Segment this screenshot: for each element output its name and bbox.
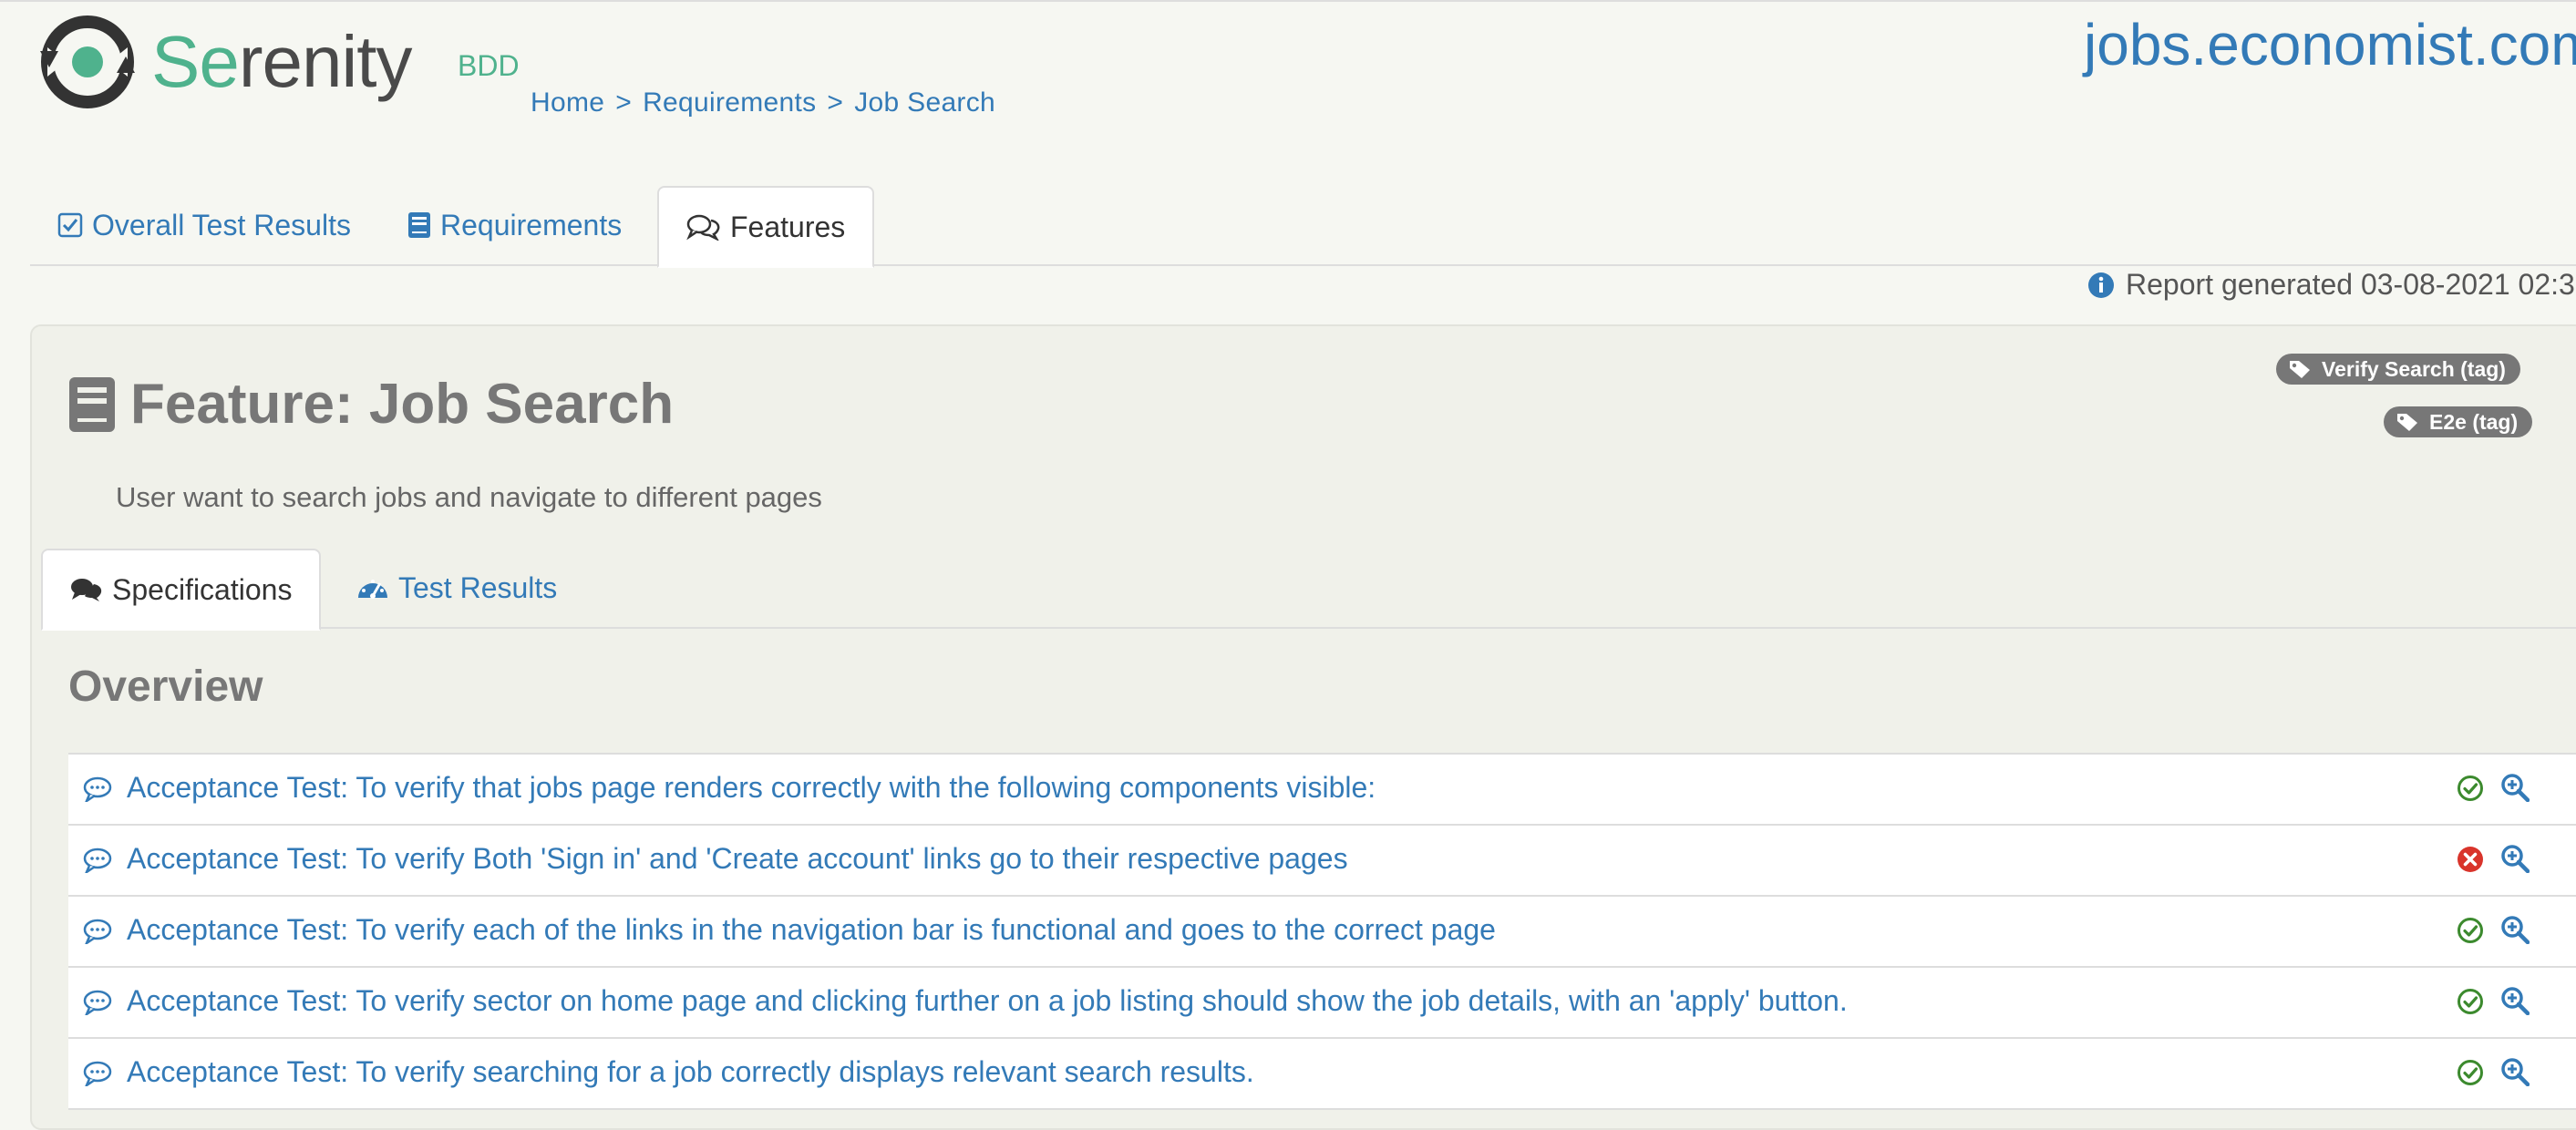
comment-icon [83, 848, 112, 873]
feature-sub-tabs: Specifications Test Results [41, 549, 2576, 631]
spec-row: Acceptance Test: To verify each of the l… [68, 897, 2576, 968]
tab-label: Requirements [440, 208, 623, 241]
comments-icon [70, 577, 103, 602]
breadcrumb-current[interactable]: Job Search [854, 87, 995, 118]
logo-bdd: BDD [458, 49, 520, 82]
feature-heading: Feature: Job Search [68, 372, 674, 437]
tab-requirements[interactable]: Requirements [407, 186, 622, 264]
book-icon [407, 211, 431, 239]
dashboard-icon [356, 574, 389, 601]
feature-title: Feature: Job Search [130, 373, 675, 436]
comment-icon [83, 1061, 112, 1086]
spec-row: Acceptance Test: To verify that jobs pag… [68, 755, 2576, 826]
spec-row: Acceptance Test: To verify searching for… [68, 1039, 2576, 1110]
main-tabs: Overall Test Results Requirements Featur… [30, 186, 2576, 268]
passed-icon [2457, 775, 2484, 802]
tag-label: Verify Search (tag) [2322, 356, 2506, 381]
tag-label: E2e (tag) [2429, 409, 2519, 434]
spec-title-link[interactable]: Acceptance Test: To verify searching for… [127, 1055, 1254, 1089]
tag-verify-search[interactable]: Verify Search (tag) [2276, 354, 2520, 385]
failed-icon [2457, 846, 2484, 873]
comment-icon [83, 919, 112, 944]
report-generated-text: Report generated 03-08-2021 02:3 [2126, 268, 2575, 301]
overview-heading: Overview [68, 663, 263, 711]
tab-overall-test-results[interactable]: Overall Test Results [57, 186, 351, 264]
project-title[interactable]: jobs.economist.com [2084, 11, 2576, 78]
tab-label: Test Results [398, 570, 558, 604]
zoom-icon[interactable] [2500, 844, 2530, 873]
breadcrumb-separator: > [827, 87, 844, 118]
zoom-icon[interactable] [2500, 986, 2530, 1015]
feature-description: User want to search jobs and navigate to… [116, 481, 822, 513]
tag-icon [2396, 412, 2418, 432]
serenity-logo-icon [40, 15, 135, 108]
zoom-icon[interactable] [2500, 915, 2530, 944]
info-icon [2087, 272, 2115, 299]
book-icon [68, 376, 116, 433]
tab-label: Overall Test Results [92, 208, 351, 241]
tag-e2e[interactable]: E2e (tag) [2384, 406, 2533, 437]
breadcrumb-requirements[interactable]: Requirements [643, 87, 816, 118]
passed-icon [2457, 988, 2484, 1015]
zoom-icon[interactable] [2500, 1057, 2530, 1086]
spec-list: Acceptance Test: To verify that jobs pag… [68, 753, 2576, 1110]
tab-test-results[interactable]: Test Results [356, 549, 557, 627]
zoom-icon[interactable] [2500, 773, 2530, 802]
tag-icon [2289, 359, 2311, 379]
comment-icon [83, 776, 112, 802]
spec-row: Acceptance Test: To verify Both 'Sign in… [68, 826, 2576, 897]
spec-title-link[interactable]: Acceptance Test: To verify Both 'Sign in… [127, 842, 1348, 876]
spec-title-link[interactable]: Acceptance Test: To verify sector on hom… [127, 984, 1848, 1018]
tab-label: Features [730, 210, 846, 243]
spec-title-link[interactable]: Acceptance Test: To verify that jobs pag… [127, 771, 1376, 805]
comments-icon [686, 213, 721, 241]
tab-features[interactable]: Features [657, 186, 875, 268]
top-border [0, 0, 2576, 2]
comment-icon [83, 990, 112, 1015]
tab-label: Specifications [112, 572, 293, 606]
breadcrumb-separator: > [615, 87, 633, 118]
passed-icon [2457, 1059, 2484, 1086]
spec-row: Acceptance Test: To verify sector on hom… [68, 968, 2576, 1039]
breadcrumb-home[interactable]: Home [531, 87, 604, 118]
passed-icon [2457, 917, 2484, 944]
tab-specifications[interactable]: Specifications [41, 549, 322, 631]
feature-panel: Feature: Job Search Verify Search (tag) … [30, 324, 2576, 1130]
breadcrumb: Home > Requirements > Job Search [531, 87, 995, 118]
report-generated: Report generated 03-08-2021 02:3 [2087, 268, 2575, 302]
checkbox-icon [57, 212, 83, 238]
serenity-wordmark: Serenity [151, 21, 412, 102]
spec-title-link[interactable]: Acceptance Test: To verify each of the l… [127, 913, 1496, 947]
